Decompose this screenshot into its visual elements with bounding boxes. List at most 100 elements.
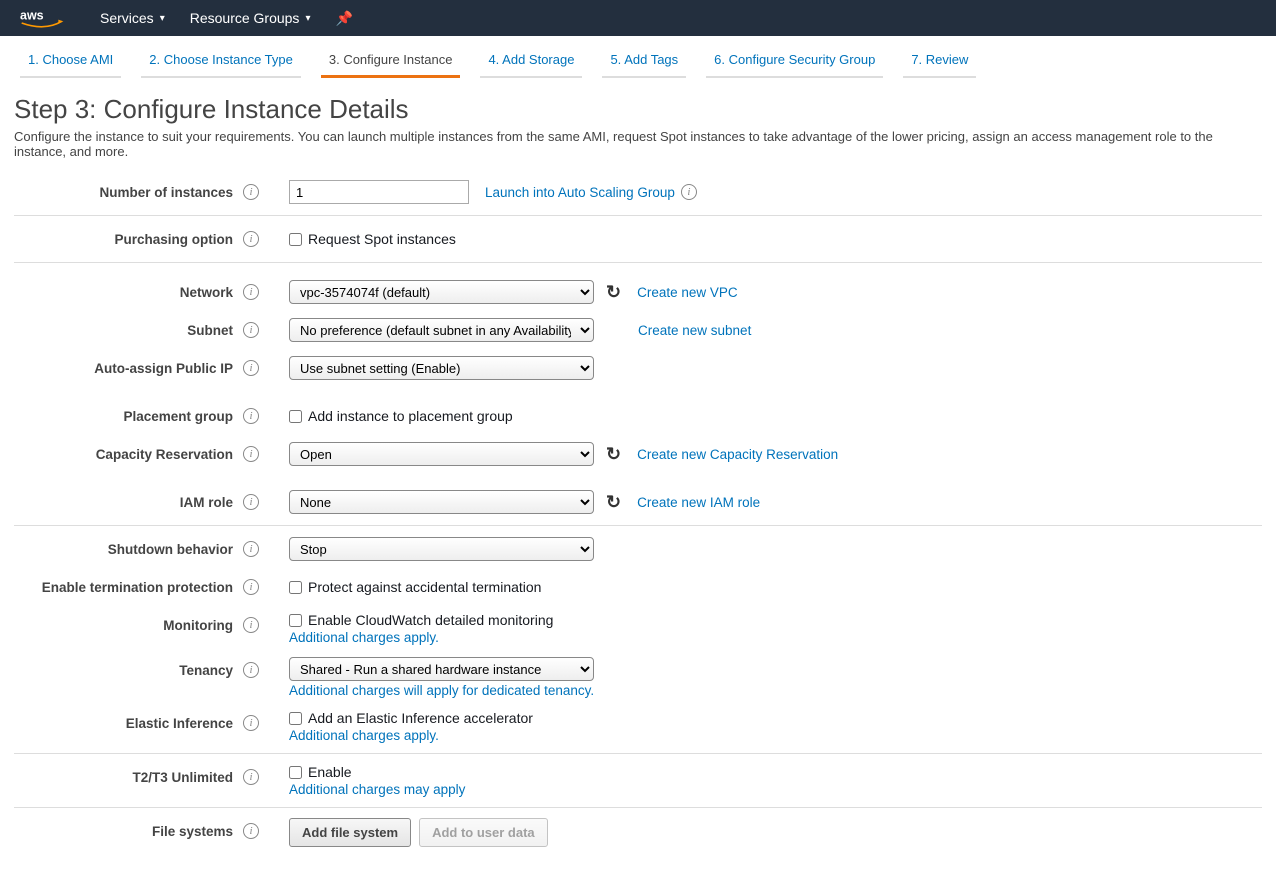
elastic-inference-charges-link[interactable]: Additional charges apply.: [289, 728, 1262, 743]
info-icon[interactable]: i: [243, 823, 259, 839]
separator: [14, 807, 1262, 808]
monitoring-checkbox-label[interactable]: Enable CloudWatch detailed monitoring: [289, 612, 1262, 628]
info-icon[interactable]: i: [243, 494, 259, 510]
row-monitoring: Monitoring i Enable CloudWatch detailed …: [14, 606, 1262, 651]
request-spot-checkbox[interactable]: [289, 233, 302, 246]
page-subtitle: Configure the instance to suit your requ…: [14, 129, 1262, 159]
elastic-inference-checkbox-text: Add an Elastic Inference accelerator: [308, 710, 533, 726]
placement-checkbox[interactable]: [289, 410, 302, 423]
row-purchasing-option: Purchasing option i Request Spot instanc…: [14, 220, 1262, 258]
shutdown-select[interactable]: Stop: [289, 537, 594, 561]
label-shutdown-behavior: Shutdown behavior: [108, 542, 233, 557]
create-subnet-link[interactable]: Create new subnet: [638, 323, 751, 338]
info-icon[interactable]: i: [243, 769, 259, 785]
wizard-tabs: 1. Choose AMI 2. Choose Instance Type 3.…: [0, 36, 1276, 78]
tab-choose-instance-type[interactable]: 2. Choose Instance Type: [141, 46, 301, 78]
elastic-inference-checkbox-label[interactable]: Add an Elastic Inference accelerator: [289, 710, 1262, 726]
elastic-inference-checkbox[interactable]: [289, 712, 302, 725]
info-icon[interactable]: i: [243, 541, 259, 557]
spot-checkbox-label[interactable]: Request Spot instances: [289, 231, 456, 247]
tab-configure-instance[interactable]: 3. Configure Instance: [321, 46, 461, 78]
label-file-systems: File systems: [152, 824, 233, 839]
label-elastic-inference: Elastic Inference: [126, 716, 233, 731]
label-purchasing-option: Purchasing option: [114, 232, 233, 247]
create-capacity-link[interactable]: Create new Capacity Reservation: [637, 447, 838, 462]
row-tenancy: Tenancy i Shared - Run a shared hardware…: [14, 651, 1262, 704]
tab-choose-ami[interactable]: 1. Choose AMI: [20, 46, 121, 78]
row-auto-public-ip: Auto-assign Public IP i Use subnet setti…: [14, 349, 1262, 387]
label-monitoring: Monitoring: [163, 618, 233, 633]
label-termination-protection: Enable termination protection: [42, 580, 233, 595]
row-number-of-instances: Number of instances i Launch into Auto S…: [14, 173, 1262, 211]
termination-checkbox-label[interactable]: Protect against accidental termination: [289, 579, 541, 595]
t2t3-charges-link[interactable]: Additional charges may apply: [289, 782, 1262, 797]
tab-configure-security-group[interactable]: 6. Configure Security Group: [706, 46, 883, 78]
caret-down-icon: ▾: [305, 13, 310, 24]
row-termination-protection: Enable termination protection i Protect …: [14, 568, 1262, 606]
info-icon[interactable]: i: [243, 446, 259, 462]
spot-checkbox-text: Request Spot instances: [308, 231, 456, 247]
row-elastic-inference: Elastic Inference i Add an Elastic Infer…: [14, 704, 1262, 749]
monitoring-charges-link[interactable]: Additional charges apply.: [289, 630, 1262, 645]
iam-role-select[interactable]: None: [289, 490, 594, 514]
separator: [14, 215, 1262, 216]
info-icon[interactable]: i: [243, 231, 259, 247]
refresh-icon[interactable]: ↻: [606, 444, 621, 465]
t2t3-checkbox-text: Enable: [308, 764, 352, 780]
row-placement-group: Placement group i Add instance to placem…: [14, 397, 1262, 435]
label-t2t3-unlimited: T2/T3 Unlimited: [132, 770, 233, 785]
nav-resource-groups-label: Resource Groups: [190, 10, 300, 26]
t2t3-checkbox[interactable]: [289, 766, 302, 779]
row-file-systems: File systems i Add file system Add to us…: [14, 812, 1262, 853]
refresh-icon[interactable]: ↻: [606, 492, 621, 513]
tab-add-tags[interactable]: 5. Add Tags: [602, 46, 686, 78]
auto-public-ip-select[interactable]: Use subnet setting (Enable): [289, 356, 594, 380]
monitoring-checkbox-text: Enable CloudWatch detailed monitoring: [308, 612, 553, 628]
termination-checkbox-text: Protect against accidental termination: [308, 579, 541, 595]
termination-protection-checkbox[interactable]: [289, 581, 302, 594]
create-vpc-link[interactable]: Create new VPC: [637, 285, 738, 300]
row-capacity-reservation: Capacity Reservation i Open ↻ Create new…: [14, 435, 1262, 473]
label-placement-group: Placement group: [123, 409, 233, 424]
pin-icon[interactable]: 📌: [335, 10, 352, 27]
create-iam-link[interactable]: Create new IAM role: [637, 495, 760, 510]
row-network: Network i vpc-3574074f (default) ↻ Creat…: [14, 273, 1262, 311]
top-nav: aws Services ▾ Resource Groups ▾ 📌: [0, 0, 1276, 36]
info-icon[interactable]: i: [243, 617, 259, 633]
network-select[interactable]: vpc-3574074f (default): [289, 280, 594, 304]
tab-add-storage[interactable]: 4. Add Storage: [480, 46, 582, 78]
subnet-select[interactable]: No preference (default subnet in any Ava…: [289, 318, 594, 342]
tenancy-charges-link[interactable]: Additional charges will apply for dedica…: [289, 683, 1262, 698]
info-icon[interactable]: i: [243, 408, 259, 424]
refresh-icon[interactable]: ↻: [606, 282, 621, 303]
tenancy-select[interactable]: Shared - Run a shared hardware instance: [289, 657, 594, 681]
caret-down-icon: ▾: [160, 13, 165, 24]
placement-checkbox-text: Add instance to placement group: [308, 408, 513, 424]
info-icon[interactable]: i: [243, 360, 259, 376]
nav-resource-groups[interactable]: Resource Groups ▾: [190, 10, 311, 26]
label-auto-public-ip: Auto-assign Public IP: [94, 361, 233, 376]
info-icon[interactable]: i: [243, 579, 259, 595]
page-title: Step 3: Configure Instance Details: [14, 94, 1262, 125]
info-icon[interactable]: i: [681, 184, 697, 200]
row-shutdown-behavior: Shutdown behavior i Stop: [14, 530, 1262, 568]
info-icon[interactable]: i: [243, 284, 259, 300]
info-icon[interactable]: i: [243, 322, 259, 338]
tab-review[interactable]: 7. Review: [903, 46, 976, 78]
add-file-system-button[interactable]: Add file system: [289, 818, 411, 847]
info-icon[interactable]: i: [243, 662, 259, 678]
row-subnet: Subnet i No preference (default subnet i…: [14, 311, 1262, 349]
info-icon[interactable]: i: [243, 715, 259, 731]
nav-services[interactable]: Services ▾: [100, 10, 165, 26]
info-icon[interactable]: i: [243, 184, 259, 200]
capacity-reservation-select[interactable]: Open: [289, 442, 594, 466]
placement-checkbox-label[interactable]: Add instance to placement group: [289, 408, 513, 424]
launch-asg-link[interactable]: Launch into Auto Scaling Group: [485, 185, 675, 200]
aws-logo[interactable]: aws: [20, 8, 70, 28]
t2t3-checkbox-label[interactable]: Enable: [289, 764, 1262, 780]
separator: [14, 262, 1262, 263]
number-of-instances-input[interactable]: [289, 180, 469, 204]
label-capacity-reservation: Capacity Reservation: [96, 447, 233, 462]
monitoring-checkbox[interactable]: [289, 614, 302, 627]
add-to-user-data-button: Add to user data: [419, 818, 548, 847]
